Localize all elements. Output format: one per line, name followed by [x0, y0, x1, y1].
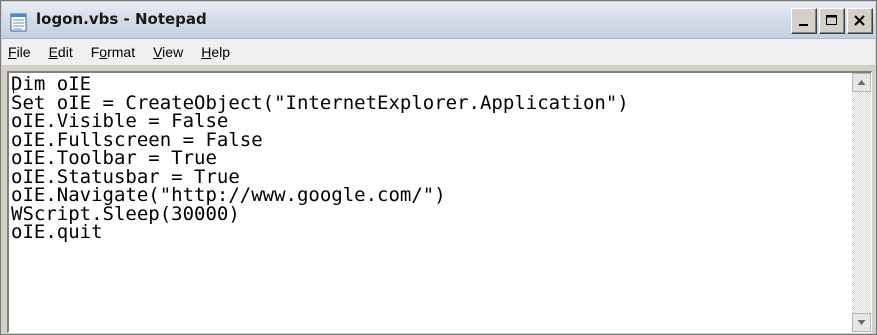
menu-view-accel: V [153, 44, 163, 60]
minimize-button[interactable] [791, 8, 817, 34]
menu-format-accel: o [99, 44, 108, 60]
menu-help[interactable]: Help [199, 42, 232, 62]
code-line: oIE.Toolbar = True [11, 147, 217, 169]
code-line: oIE.Visible = False [11, 110, 229, 132]
menu-file-label: ile [16, 44, 31, 60]
menu-edit-label: dit [57, 44, 73, 60]
menu-edit[interactable]: Edit [47, 42, 75, 62]
code-line: WScript.Sleep(30000) [11, 202, 240, 225]
menu-format[interactable]: Format [89, 42, 137, 62]
menu-format-label: rmat [107, 44, 136, 60]
arrow-down-icon [857, 320, 866, 325]
text-editor[interactable]: Dim oIE Set oIE = CreateObject("Internet… [7, 71, 872, 333]
scroll-down-button[interactable] [852, 313, 871, 332]
notepad-icon[interactable] [10, 12, 28, 32]
maximize-icon [826, 15, 837, 25]
menu-bar: File Edit Format View Help [2, 39, 875, 65]
maximize-button[interactable] [819, 8, 845, 34]
window-controls [789, 8, 873, 34]
menu-view-label: iew [162, 44, 184, 60]
scroll-up-button[interactable] [852, 73, 871, 92]
window-title: logon.vbs - Notepad [36, 10, 207, 28]
code-line: Dim oIE [11, 75, 92, 95]
menu-edit-accel: E [48, 44, 58, 60]
vertical-scrollbar[interactable] [852, 73, 871, 332]
title-bar[interactable]: logon.vbs - Notepad [2, 2, 875, 39]
notepad-window: logon.vbs - Notepad File Edit Format Vie… [0, 0, 877, 335]
menu-help-label: elp [211, 44, 230, 60]
menu-view[interactable]: View [151, 42, 185, 62]
minimize-icon [799, 24, 808, 26]
menu-file[interactable]: File [6, 42, 33, 62]
text-content[interactable]: Dim oIE Set oIE = CreateObject("Internet… [11, 75, 851, 332]
menu-help-accel: H [201, 44, 212, 60]
arrow-up-icon [857, 80, 866, 85]
code-line: oIE.quit [11, 221, 103, 243]
menu-format-pre: F [90, 44, 100, 60]
close-button[interactable] [847, 8, 873, 34]
code-line: oIE.Navigate("http://www.google.com/") [11, 184, 446, 206]
menu-file-accel: F [8, 44, 17, 60]
close-icon [854, 15, 865, 26]
text-caret [13, 77, 14, 93]
